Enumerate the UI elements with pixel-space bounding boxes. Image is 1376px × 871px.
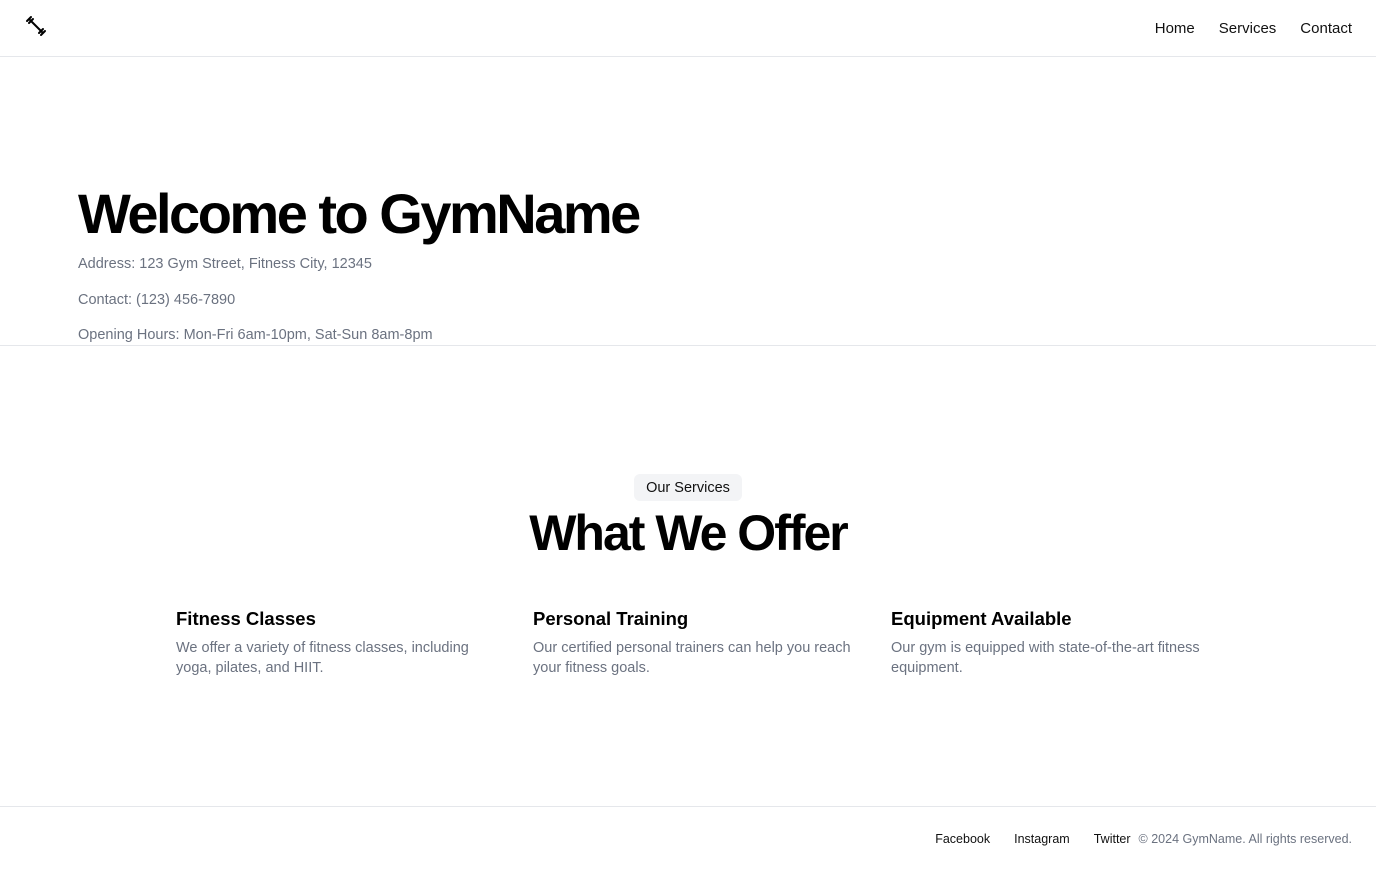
footer-instagram[interactable]: Instagram bbox=[1014, 832, 1070, 846]
copyright: © 2024 GymName. All rights reserved. bbox=[1138, 832, 1352, 846]
site-header: Home Services Contact bbox=[0, 0, 1376, 57]
nav-home[interactable]: Home bbox=[1155, 20, 1195, 37]
service-card: Equipment Available Our gym is equipped w… bbox=[891, 608, 1211, 678]
main-nav: Home Services Contact bbox=[1155, 20, 1352, 37]
hero-hours: Opening Hours: Mon-Fri 6am-10pm, Sat-Sun… bbox=[78, 327, 433, 343]
service-title: Fitness Classes bbox=[176, 608, 316, 629]
nav-services[interactable]: Services bbox=[1219, 20, 1277, 37]
services-badge: Our Services bbox=[634, 474, 742, 501]
hero-contact: Contact: (123) 456-7890 bbox=[78, 292, 236, 308]
hero-address: Address: 123 Gym Street, Fitness City, 1… bbox=[78, 256, 372, 272]
hero-section: Welcome to GymName Address: 123 Gym Stre… bbox=[0, 57, 1376, 346]
service-title: Equipment Available bbox=[891, 608, 1072, 629]
service-desc: Our gym is equipped with state-of-the-ar… bbox=[891, 640, 1200, 676]
nav-contact[interactable]: Contact bbox=[1300, 20, 1352, 37]
hero-title: Welcome to GymName bbox=[78, 182, 641, 245]
service-desc: We offer a variety of fitness classes, i… bbox=[176, 640, 469, 676]
service-title: Personal Training bbox=[533, 608, 689, 629]
footer-twitter[interactable]: Twitter bbox=[1094, 832, 1131, 846]
footer-facebook[interactable]: Facebook bbox=[935, 832, 990, 846]
service-desc: Our certified personal trainers can help… bbox=[533, 640, 851, 676]
service-card: Fitness Classes We offer a variety of fit… bbox=[176, 608, 496, 678]
services-title: What We Offer bbox=[529, 505, 849, 561]
logo-dumbbell-icon[interactable] bbox=[24, 14, 48, 43]
site-footer: Facebook Instagram Twitter © 2024 GymNam… bbox=[0, 806, 1376, 871]
service-card: Personal Training Our certified personal … bbox=[533, 608, 853, 678]
